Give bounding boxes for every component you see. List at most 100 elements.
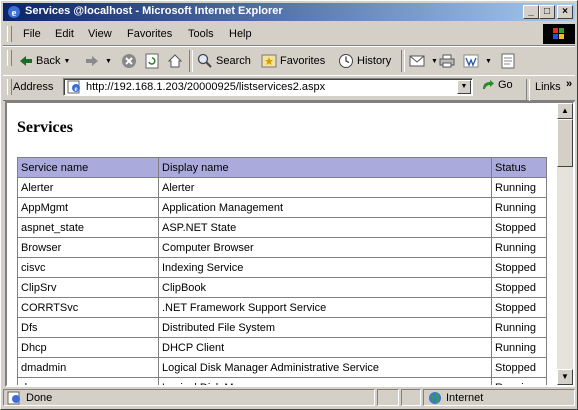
cell-display-name: Computer Browser [158, 237, 492, 258]
scrollbar-thumb[interactable] [557, 119, 573, 167]
cell-display-name: ClipBook [158, 277, 492, 298]
cell-status: Running [491, 197, 547, 218]
cell-service-name: dmserver [17, 377, 159, 385]
chevron-right-icon[interactable]: » [566, 78, 572, 90]
cell-display-name: Indexing Service [158, 257, 492, 278]
cell-service-name: cisvc [17, 257, 159, 278]
home-button[interactable] [167, 51, 186, 71]
edit-page-icon [463, 54, 479, 68]
cell-status: Running [491, 377, 547, 385]
maximize-button[interactable]: □ [539, 5, 555, 19]
cell-service-name: Browser [17, 237, 159, 258]
back-button[interactable]: Back ▼ [19, 51, 70, 71]
menu-favorites[interactable]: Favorites [127, 28, 172, 40]
page-viewport: Services Service name Display name Statu… [5, 101, 575, 387]
toolbar-grip[interactable] [7, 79, 12, 95]
toolbar-grip[interactable] [7, 26, 12, 42]
dropdown-arrow-icon[interactable]: ▼ [63, 58, 70, 65]
menu-help[interactable]: Help [229, 28, 252, 40]
go-button[interactable]: Go [481, 79, 513, 91]
menu-tools[interactable]: Tools [188, 28, 214, 40]
table-row: CORRTSvc .NET Framework Support Service St… [17, 297, 547, 318]
services-table: Service name Display name Status Alerter… [17, 157, 547, 385]
svg-text:e: e [12, 7, 17, 19]
mail-icon [409, 55, 425, 67]
address-dropdown-button[interactable]: ▼ [457, 80, 471, 94]
home-icon [167, 54, 183, 68]
go-label: Go [498, 79, 513, 91]
menu-edit[interactable]: Edit [55, 28, 74, 40]
cell-display-name: ASP.NET State [158, 217, 492, 238]
forward-arrow-icon [86, 56, 98, 66]
cell-status: Stopped [491, 297, 547, 318]
cell-service-name: Dfs [17, 317, 159, 338]
vertical-scrollbar[interactable]: ▲ ▼ [557, 103, 573, 385]
address-input[interactable] [86, 80, 446, 94]
cell-status: Running [491, 177, 547, 198]
status-pane-empty [401, 389, 421, 406]
cell-display-name: .NET Framework Support Service [158, 297, 492, 318]
ie-logo-icon: e [8, 6, 20, 19]
refresh-button[interactable] [145, 51, 162, 71]
history-label: History [357, 55, 392, 67]
dropdown-arrow-icon[interactable]: ▼ [485, 58, 492, 65]
discuss-icon [501, 53, 515, 69]
cell-display-name: Logical Disk Manager [158, 377, 492, 385]
cell-status: Running [491, 337, 547, 358]
history-clock-icon [339, 54, 353, 68]
dropdown-arrow-icon[interactable]: ▼ [431, 58, 438, 65]
page-content: Services Service name Display name Statu… [7, 103, 557, 385]
page-icon: e [67, 80, 80, 94]
search-button[interactable]: Search [197, 51, 251, 71]
history-button[interactable]: History [338, 51, 391, 71]
zone-label: Internet [446, 392, 484, 404]
menu-view[interactable]: View [88, 28, 112, 40]
links-button[interactable]: Links [535, 81, 561, 93]
stop-button[interactable] [121, 51, 140, 71]
toolbar-separator [526, 79, 530, 101]
cell-status: Stopped [491, 357, 547, 378]
dropdown-arrow-icon[interactable]: ▼ [105, 58, 112, 65]
discuss-button[interactable] [501, 51, 518, 71]
toolbar-grip[interactable] [7, 50, 12, 66]
print-icon [439, 54, 455, 68]
favorites-label: Favorites [280, 55, 326, 67]
favorites-button[interactable]: Favorites [261, 51, 325, 71]
print-button[interactable] [439, 51, 458, 71]
close-button[interactable]: × [557, 5, 573, 19]
address-field[interactable]: e ▼ [63, 78, 473, 96]
scroll-down-arrow-icon[interactable]: ▼ [557, 369, 573, 385]
page-heading: Services [17, 119, 73, 136]
scroll-up-arrow-icon[interactable]: ▲ [557, 103, 573, 119]
menu-file[interactable]: File [23, 28, 41, 40]
cell-service-name: dmadmin [17, 357, 159, 378]
cell-display-name: Alerter [158, 177, 492, 198]
table-row: dmadmin Logical Disk Manager Administrati… [17, 357, 547, 378]
title-bar[interactable]: e Services @localhost - Microsoft Intern… [3, 3, 575, 21]
address-bar: Address e ▼ Go Links » [3, 75, 575, 101]
cell-status: Running [491, 237, 547, 258]
cell-service-name: AppMgmt [17, 197, 159, 218]
svg-text:e: e [74, 85, 77, 93]
status-pane-zone: Internet [423, 389, 575, 406]
cell-service-name: CORRTSvc [17, 297, 159, 318]
mail-button[interactable]: ▼ [409, 51, 438, 71]
search-icon [197, 53, 212, 68]
status-text: Done [26, 392, 53, 404]
cell-service-name: ClipSrv [17, 277, 159, 298]
toolbar-separator [189, 50, 193, 72]
edit-button[interactable]: ▼ [463, 51, 492, 71]
forward-button[interactable]: ▼ [85, 51, 112, 71]
column-header-display-name: Display name [158, 157, 492, 178]
stop-icon [122, 54, 136, 68]
minimize-button[interactable]: _ [523, 5, 539, 19]
table-header-row: Service name Display name Status [17, 157, 547, 178]
cell-service-name: aspnet_state [17, 217, 159, 238]
window-title: Services @localhost - Microsoft Internet… [25, 5, 283, 17]
cell-display-name: Logical Disk Manager Administrative Serv… [158, 357, 492, 378]
table-row: Browser Computer Browser Running [17, 237, 547, 258]
status-pane-empty [377, 389, 399, 406]
favorites-star-icon [261, 54, 277, 68]
toolbar-separator [401, 50, 405, 72]
windows-logo [543, 24, 575, 44]
